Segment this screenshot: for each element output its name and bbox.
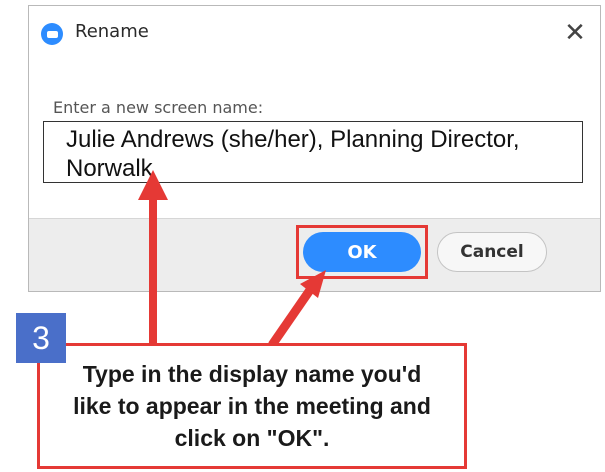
dialog-titlebar: Rename ✕ [29,6,600,58]
step-number-badge: 3 [16,313,66,363]
dialog-title: Rename [75,21,149,42]
cancel-button[interactable]: Cancel [437,232,547,272]
zoom-app-icon [41,23,63,45]
arrow-to-ok-shaft [268,287,314,348]
instruction-callout: Type in the display name you'd like to a… [37,343,467,469]
ok-button[interactable]: OK [303,232,421,272]
screen-name-input[interactable]: Julie Andrews (she/her), Planning Direct… [43,121,583,183]
screen-name-label: Enter a new screen name: [53,98,264,117]
close-icon[interactable]: ✕ [560,17,590,47]
